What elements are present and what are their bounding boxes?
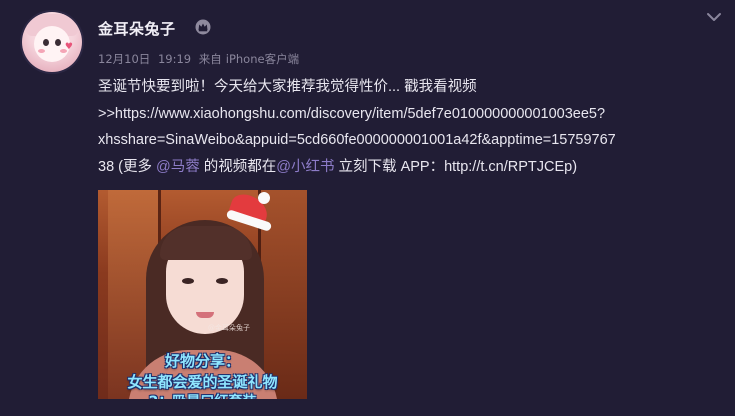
avatar[interactable]: ♥ [22,12,82,72]
post-date[interactable]: 12月10日 [98,52,150,66]
via-label: 来自 [198,52,222,66]
mention-link[interactable]: @小红书 [276,159,334,175]
avatar-eye [43,39,49,46]
crown-icon [195,19,211,35]
post-meta: 12月10日 19:19 来自 iPhone客户端 [98,51,303,67]
text-prefix: 38 (更多 [98,158,157,175]
post-link-line[interactable]: xhsshare=SinaWeibo&appuid=5cd660fe000000… [98,127,718,154]
post-text-line: 圣诞节快要到啦！今天给大家推荐我觉得性价... 戳我看视频 [98,79,477,95]
weibo-post-card: ♥ 金耳朵兔子 12月10日 19:19 来自 iPhone客户端 圣诞节快要到啦… [0,0,735,416]
thumbnail-bangs [160,226,252,260]
thumbnail-eye [182,278,194,284]
post-text: 圣诞节快要到啦！今天给大家推荐我觉得性价... 戳我看视频 >>https://… [98,74,718,180]
thumbnail-eye [216,278,228,284]
chevron-down-icon[interactable] [705,8,723,26]
username[interactable]: 金耳朵兔子 [98,18,176,39]
text-mid: 的视频都在 [199,158,277,175]
avatar-heart: ♥ [64,42,73,52]
thumbnail-caption: 2：吸星口红套装 [98,391,307,399]
santa-hat-ball [258,192,270,204]
thumbnail-watermark: @金耳朵兔子 [208,324,250,332]
thumbnail-caption: 好物分享： [164,352,240,370]
post-text-line: 38 (更多 @马蓉 的视频都在@小红书 立刻下载 APP：http://t.c… [98,154,718,181]
thumbnail-caption: 女生都会爱的圣诞礼物 [127,373,278,391]
post-link-line[interactable]: >>https://www.xiaohongshu.com/discovery/… [98,101,718,128]
video-thumbnail[interactable]: @金耳朵兔子 好物分享： 女生都会爱的圣诞礼物 2：吸星口红套装 [98,190,307,399]
avatar-blush [38,49,45,53]
avatar-eye [55,39,61,46]
post-source[interactable]: iPhone客户端 [226,52,299,66]
post-time[interactable]: 19:19 [158,52,191,66]
mention-link[interactable]: @马蓉 [156,159,200,175]
text-suffix[interactable]: 立刻下载 APP：http://t.cn/RPTJCEp) [335,159,578,175]
